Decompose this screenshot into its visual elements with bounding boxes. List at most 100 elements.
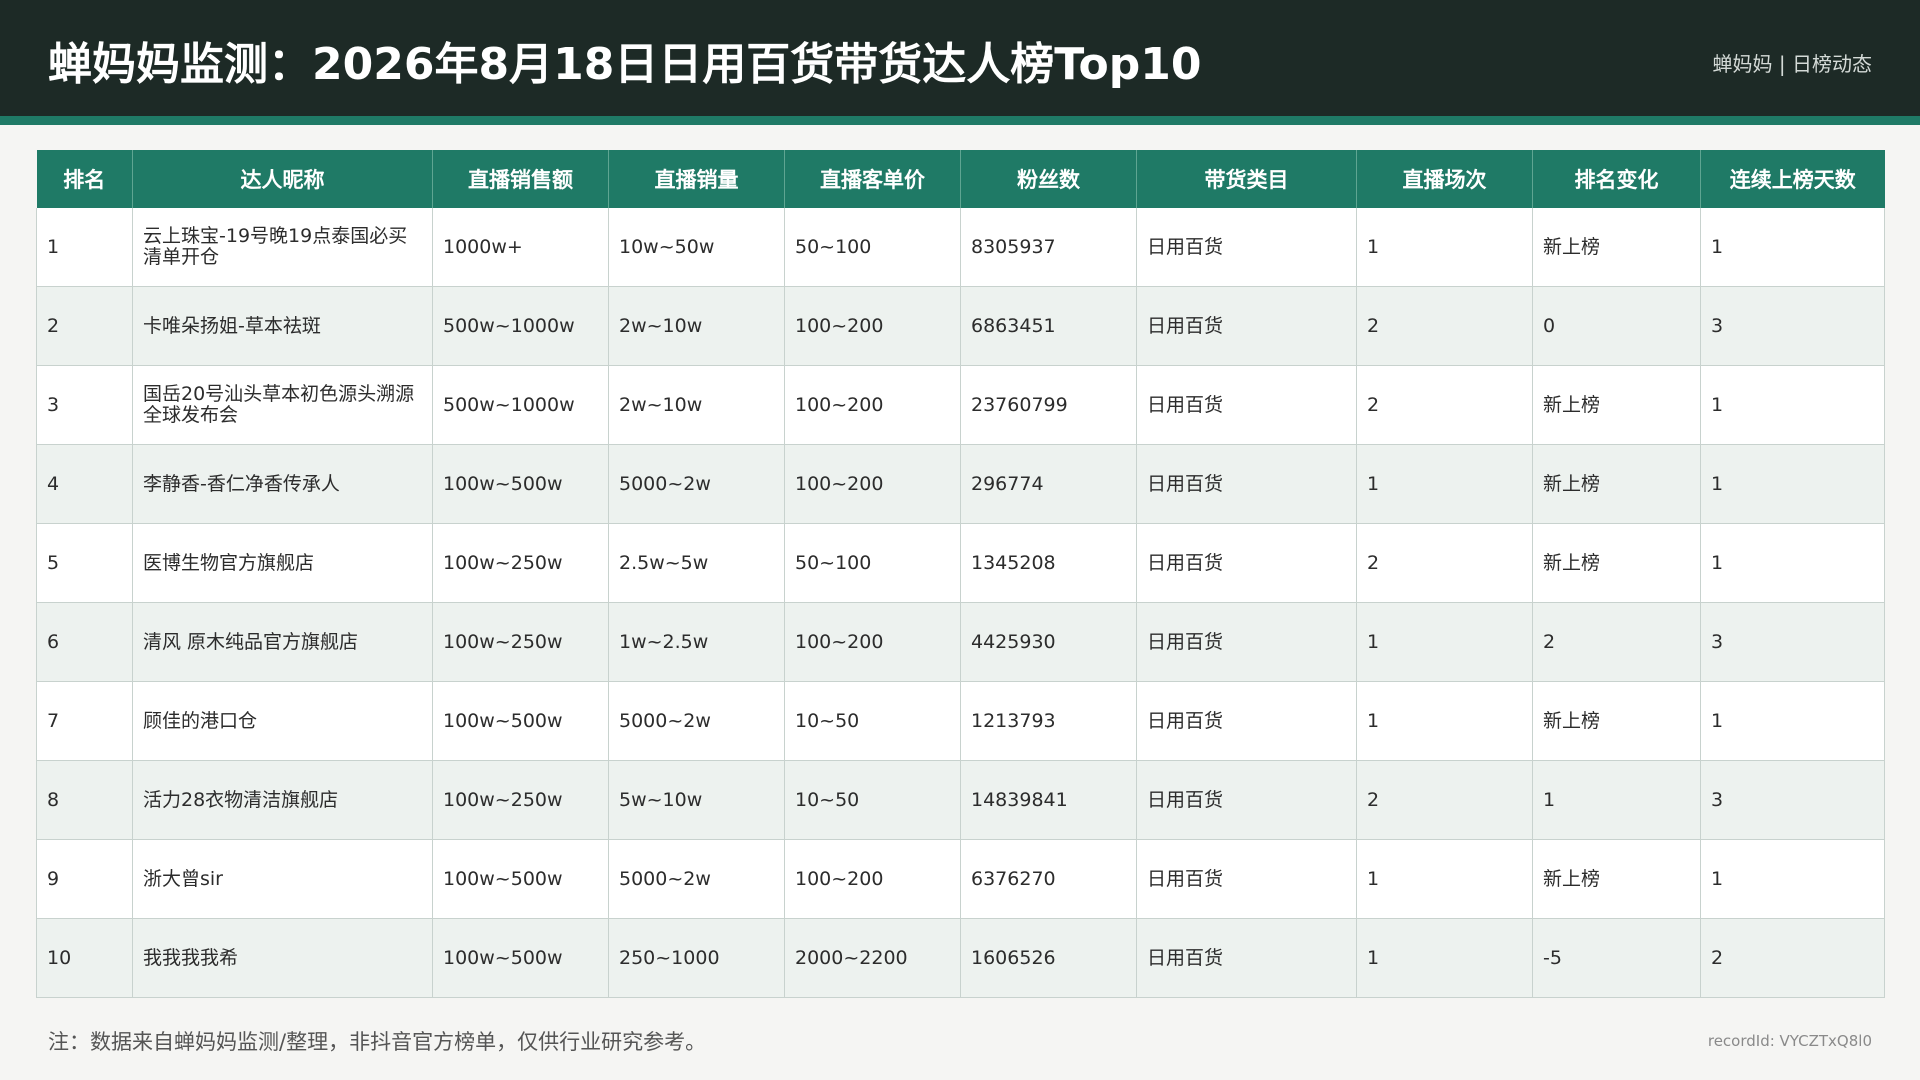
ranking-table-container: 排名 达人昵称 直播销售额 直播销量 直播客单价 粉丝数 带货类目 直播场次 排… <box>36 150 1885 998</box>
cell-category: 日用百货 <box>1136 208 1357 287</box>
cell-nickname: 清风 原木纯品官方旗舰店 <box>132 602 433 682</box>
brand-label: 蝉妈妈 | 日榜动态 <box>1712 52 1872 76</box>
column-header-streak-days: 连续上榜天数 <box>1700 150 1885 208</box>
cell-streak-days: 1 <box>1700 208 1885 287</box>
page-title: 蝉妈妈监测：2026年8月18日日用百货带货达人榜Top10 <box>48 39 1202 90</box>
cell-followers: 1606526 <box>960 918 1137 998</box>
cell-nickname: 浙大曾sir <box>132 839 433 919</box>
cell-nickname: 医博生物官方旗舰店 <box>132 523 433 603</box>
cell-unit-price: 10~50 <box>784 760 961 840</box>
cell-live-sales: 100w~500w <box>432 918 609 998</box>
cell-unit-price: 100~200 <box>784 839 961 919</box>
cell-rank-change: 新上榜 <box>1532 839 1701 919</box>
cell-rank-change: 新上榜 <box>1532 681 1701 761</box>
table-row: 2 卡唯朵扬姐-草本祛斑 500w~1000w 2w~10w 100~200 686345… <box>36 286 1885 366</box>
cell-sessions: 1 <box>1356 918 1533 998</box>
cell-rank-change: 新上榜 <box>1532 365 1701 445</box>
cell-streak-days: 1 <box>1700 523 1885 603</box>
cell-rank-change: 新上榜 <box>1532 208 1701 287</box>
table-body: 1 云上珠宝-19号晚19点泰国必买清单开仓 1000w+ 10w~50w 50~100… <box>36 208 1885 998</box>
table-row: 1 云上珠宝-19号晚19点泰国必买清单开仓 1000w+ 10w~50w 50~100… <box>36 208 1885 287</box>
cell-sessions: 1 <box>1356 602 1533 682</box>
table-row: 3 国岳20号汕头草本初色源头溯源全球发布会 500w~1000w 2w~10w 100… <box>36 365 1885 445</box>
cell-followers: 1345208 <box>960 523 1137 603</box>
cell-sessions: 1 <box>1356 681 1533 761</box>
cell-live-volume: 5000~2w <box>608 681 785 761</box>
cell-streak-days: 1 <box>1700 839 1885 919</box>
cell-category: 日用百货 <box>1136 839 1357 919</box>
cell-nickname: 活力28衣物清洁旗舰店 <box>132 760 433 840</box>
cell-streak-days: 3 <box>1700 602 1885 682</box>
cell-nickname: 卡唯朵扬姐-草本祛斑 <box>132 286 433 366</box>
cell-rank-change: 新上榜 <box>1532 444 1701 524</box>
column-header-live-sales: 直播销售额 <box>432 150 609 208</box>
cell-live-sales: 100w~500w <box>432 444 609 524</box>
cell-live-volume: 5000~2w <box>608 444 785 524</box>
cell-nickname: 我我我我希 <box>132 918 433 998</box>
cell-live-sales: 500w~1000w <box>432 286 609 366</box>
cell-rank: 1 <box>36 208 133 287</box>
cell-live-volume: 10w~50w <box>608 208 785 287</box>
cell-nickname: 云上珠宝-19号晚19点泰国必买清单开仓 <box>132 208 433 287</box>
table-row: 7 顾佳的港口仓 100w~500w 5000~2w 10~50 1213793 日用百货 1… <box>36 681 1885 761</box>
cell-live-volume: 5w~10w <box>608 760 785 840</box>
cell-followers: 8305937 <box>960 208 1137 287</box>
cell-followers: 1213793 <box>960 681 1137 761</box>
cell-nickname: 李静香-香仁净香传承人 <box>132 444 433 524</box>
cell-rank: 7 <box>36 681 133 761</box>
cell-unit-price: 100~200 <box>784 286 961 366</box>
cell-followers: 23760799 <box>960 365 1137 445</box>
cell-category: 日用百货 <box>1136 444 1357 524</box>
header-accent-stripe <box>0 116 1920 125</box>
cell-live-sales: 1000w+ <box>432 208 609 287</box>
cell-category: 日用百货 <box>1136 681 1357 761</box>
column-header-nickname: 达人昵称 <box>132 150 433 208</box>
cell-sessions: 1 <box>1356 208 1533 287</box>
cell-rank: 6 <box>36 602 133 682</box>
ranking-table: 排名 达人昵称 直播销售额 直播销量 直播客单价 粉丝数 带货类目 直播场次 排… <box>36 150 1885 998</box>
cell-category: 日用百货 <box>1136 918 1357 998</box>
cell-live-sales: 100w~500w <box>432 839 609 919</box>
cell-rank-change: 新上榜 <box>1532 523 1701 603</box>
cell-streak-days: 3 <box>1700 286 1885 366</box>
cell-rank-change: 1 <box>1532 760 1701 840</box>
column-header-live-volume: 直播销量 <box>608 150 785 208</box>
column-header-rank-change: 排名变化 <box>1532 150 1701 208</box>
table-row: 4 李静香-香仁净香传承人 100w~500w 5000~2w 100~200 29677… <box>36 444 1885 524</box>
cell-streak-days: 1 <box>1700 681 1885 761</box>
table-row: 5 医博生物官方旗舰店 100w~250w 2.5w~5w 50~100 1345208 日… <box>36 523 1885 603</box>
cell-rank: 5 <box>36 523 133 603</box>
cell-sessions: 2 <box>1356 365 1533 445</box>
cell-streak-days: 3 <box>1700 760 1885 840</box>
cell-live-volume: 2w~10w <box>608 286 785 366</box>
table-row: 9 浙大曾sir 100w~500w 5000~2w 100~200 6376270 日用百… <box>36 839 1885 919</box>
cell-category: 日用百货 <box>1136 760 1357 840</box>
cell-unit-price: 50~100 <box>784 208 961 287</box>
record-id: recordId: VYCZTxQ8l0 <box>1707 1032 1872 1050</box>
cell-live-volume: 5000~2w <box>608 839 785 919</box>
cell-sessions: 1 <box>1356 444 1533 524</box>
page: 蝉妈妈监测：2026年8月18日日用百货带货达人榜Top10 蝉妈妈 | 日榜动… <box>0 0 1920 1080</box>
cell-sessions: 2 <box>1356 523 1533 603</box>
cell-unit-price: 10~50 <box>784 681 961 761</box>
cell-streak-days: 1 <box>1700 365 1885 445</box>
cell-unit-price: 50~100 <box>784 523 961 603</box>
cell-streak-days: 2 <box>1700 918 1885 998</box>
cell-rank: 8 <box>36 760 133 840</box>
table-row: 8 活力28衣物清洁旗舰店 100w~250w 5w~10w 10~50 14839841… <box>36 760 1885 840</box>
cell-live-sales: 100w~250w <box>432 523 609 603</box>
cell-rank: 2 <box>36 286 133 366</box>
cell-rank: 10 <box>36 918 133 998</box>
cell-category: 日用百货 <box>1136 365 1357 445</box>
cell-live-sales: 500w~1000w <box>432 365 609 445</box>
footnote: 注：数据来自蝉妈妈监测/整理，非抖音官方榜单，仅供行业研究参考。 <box>48 1030 707 1054</box>
cell-followers: 296774 <box>960 444 1137 524</box>
column-header-category: 带货类目 <box>1136 150 1357 208</box>
cell-category: 日用百货 <box>1136 602 1357 682</box>
cell-live-volume: 250~1000 <box>608 918 785 998</box>
cell-nickname: 国岳20号汕头草本初色源头溯源全球发布会 <box>132 365 433 445</box>
column-header-followers: 粉丝数 <box>960 150 1137 208</box>
table-row: 6 清风 原木纯品官方旗舰店 100w~250w 1w~2.5w 100~200 4425… <box>36 602 1885 682</box>
cell-sessions: 2 <box>1356 760 1533 840</box>
cell-live-sales: 100w~500w <box>432 681 609 761</box>
